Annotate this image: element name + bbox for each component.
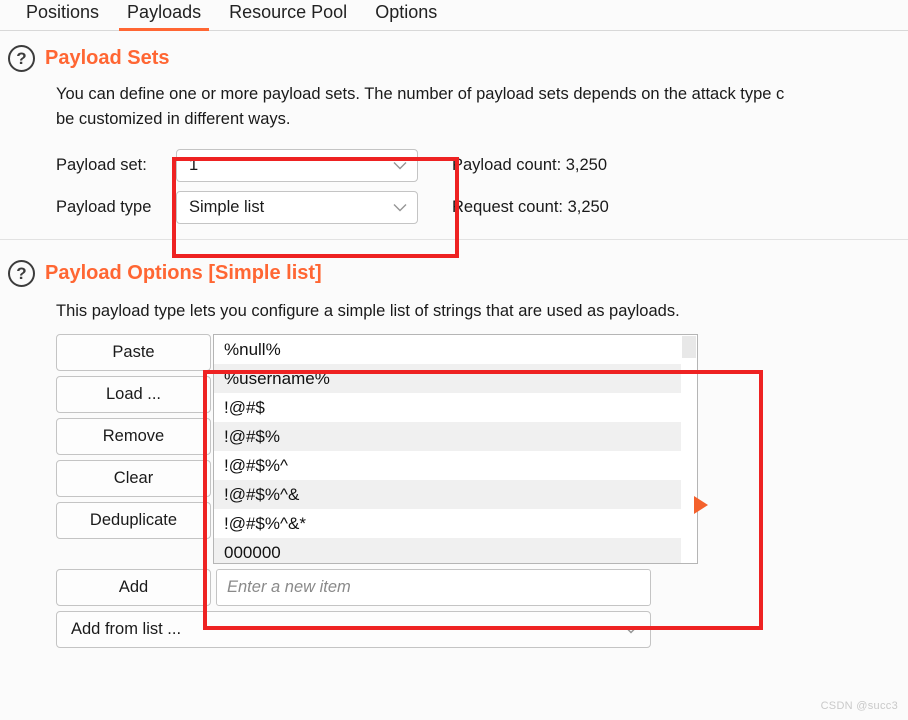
payload-add-area: Add Add from list ... bbox=[0, 569, 908, 648]
scrollbar-thumb[interactable] bbox=[682, 336, 696, 358]
payload-options-header: ? Payload Options [Simple list] bbox=[0, 260, 908, 287]
add-button[interactable]: Add bbox=[56, 569, 211, 606]
chevron-down-icon bbox=[393, 203, 407, 212]
payload-type-dropdown[interactable]: Simple list bbox=[176, 190, 418, 224]
payload-list-item[interactable]: !@#$% bbox=[214, 422, 697, 451]
payload-sets-description-line2: be customized in different ways. bbox=[56, 110, 291, 128]
tab-positions[interactable]: Positions bbox=[12, 0, 113, 31]
payload-options-description: This payload type lets you configure a s… bbox=[56, 302, 680, 320]
tab-bar: Positions Payloads Resource Pool Options bbox=[0, 0, 908, 31]
chevron-down-icon bbox=[393, 161, 407, 170]
payload-type-row: Payload type Simple list Request count: … bbox=[0, 186, 908, 228]
payload-count-label: Payload count: 3,250 bbox=[452, 155, 608, 174]
payload-list-item[interactable]: !@#$%^&* bbox=[214, 509, 697, 538]
request-count-label: Request count: 3,250 bbox=[452, 197, 609, 216]
payload-list-item[interactable]: 000000 bbox=[214, 538, 697, 563]
payload-list-item[interactable]: %username% bbox=[214, 364, 697, 393]
payload-sets-description-line1: You can define one or more payload sets.… bbox=[56, 85, 785, 103]
add-from-list-dropdown[interactable]: Add from list ... bbox=[56, 611, 651, 648]
payload-list-item[interactable]: !@#$%^& bbox=[214, 480, 697, 509]
payload-action-buttons: Paste Load ... Remove Clear Deduplicate bbox=[56, 334, 211, 539]
clear-button[interactable]: Clear bbox=[56, 460, 211, 497]
watermark: CSDN @succ3 bbox=[820, 700, 898, 712]
payload-set-value: 1 bbox=[189, 155, 199, 174]
tab-options[interactable]: Options bbox=[361, 0, 451, 31]
remove-button[interactable]: Remove bbox=[56, 418, 211, 455]
question-circle-icon[interactable]: ? bbox=[8, 45, 35, 72]
payload-options-body: Paste Load ... Remove Clear Deduplicate … bbox=[0, 334, 908, 564]
payload-list[interactable]: %null% %username% !@#$ !@#$% !@#$%^ !@#$%^& !@… bbox=[213, 334, 698, 564]
payload-list-item[interactable]: %null% bbox=[214, 335, 697, 364]
tab-payloads-label: Payloads bbox=[127, 2, 202, 22]
payload-set-row: Payload set: 1 Payload count: 3,250 bbox=[0, 144, 908, 186]
payload-list-item[interactable]: !@#$%^ bbox=[214, 451, 697, 480]
deduplicate-button[interactable]: Deduplicate bbox=[56, 502, 211, 539]
tab-resource-pool-label: Resource Pool bbox=[229, 2, 348, 22]
payload-set-dropdown[interactable]: 1 bbox=[176, 148, 418, 182]
payload-options-title: Payload Options [Simple list] bbox=[45, 262, 322, 284]
tab-positions-label: Positions bbox=[26, 2, 100, 22]
payload-options-section: ? Payload Options [Simple list] This pay… bbox=[0, 240, 908, 648]
add-item-row: Add bbox=[56, 569, 908, 606]
annotation-arrow-icon bbox=[694, 496, 708, 514]
payload-list-item[interactable]: !@#$ bbox=[214, 393, 697, 422]
paste-button[interactable]: Paste bbox=[56, 334, 211, 371]
payload-set-label: Payload set: bbox=[56, 155, 147, 174]
payload-sets-header: ? Payload Sets bbox=[0, 45, 908, 72]
payload-sets-title: Payload Sets bbox=[45, 47, 170, 69]
new-item-input[interactable] bbox=[216, 569, 651, 606]
tab-resource-pool[interactable]: Resource Pool bbox=[215, 0, 361, 31]
payload-sets-section: ? Payload Sets You can define one or mor… bbox=[0, 31, 908, 228]
chevron-down-icon bbox=[624, 625, 638, 634]
payload-sets-description: You can define one or more payload sets.… bbox=[0, 82, 908, 132]
add-from-list-label: Add from list ... bbox=[71, 620, 182, 638]
payload-list-scrollbar[interactable] bbox=[681, 335, 697, 563]
load-button[interactable]: Load ... bbox=[56, 376, 211, 413]
tab-options-label: Options bbox=[375, 2, 438, 22]
tab-payloads[interactable]: Payloads bbox=[113, 0, 215, 31]
payload-type-label: Payload type bbox=[56, 197, 152, 216]
payload-type-value: Simple list bbox=[189, 197, 265, 216]
question-circle-icon[interactable]: ? bbox=[8, 260, 35, 287]
